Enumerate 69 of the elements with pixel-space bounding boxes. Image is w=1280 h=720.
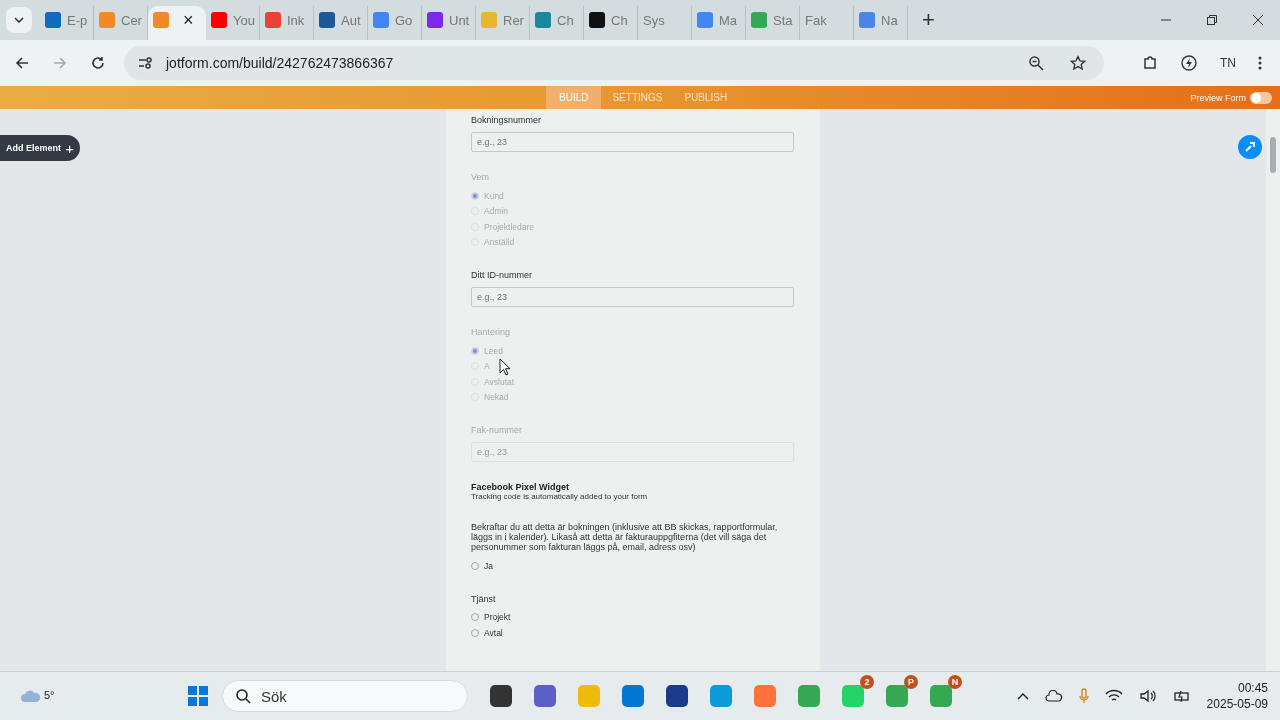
menu-icon[interactable] xyxy=(1258,55,1262,71)
temperature: 5° xyxy=(44,689,55,701)
close-icon[interactable]: × xyxy=(183,11,194,29)
cloud-icon xyxy=(20,689,42,703)
star-icon[interactable] xyxy=(1070,55,1086,71)
widget-description: Tracking code is automatically added to your form xyxy=(471,492,649,502)
field-label: Fak-nummer xyxy=(471,425,523,435)
widget-title: Facebook Pixel Widget xyxy=(471,482,570,492)
speaker-icon[interactable] xyxy=(1138,689,1157,703)
cloud-icon[interactable] xyxy=(1044,690,1063,702)
question-label: Bekraftar du att detta är bokningen (inklusive att BB skickas, rapportformular, läggs in i kalender). Likaså att detta är fakturauppgfiterna (det vill säga det personummer som fakturan läggs på, email, adress osv) xyxy=(471,522,779,552)
option-label: Nekad xyxy=(484,392,509,403)
question-label: Vem xyxy=(471,172,490,182)
app-icon[interactable] xyxy=(534,685,556,707)
clock-time[interactable]: 00:45 xyxy=(1237,681,1268,695)
forward-icon[interactable] xyxy=(52,55,68,71)
field-label: Ditt ID-nummer xyxy=(471,270,533,280)
builder-tab[interactable]: PUBLISH xyxy=(673,86,739,109)
battery-icon[interactable] xyxy=(1172,689,1191,703)
preview-label: Preview Form xyxy=(1190,92,1246,103)
search-icon[interactable] xyxy=(235,688,251,704)
option-label: Projektledare xyxy=(484,221,535,232)
site-settings-icon[interactable] xyxy=(138,56,154,70)
preview-toggle[interactable] xyxy=(1250,91,1272,104)
browser-tab[interactable]: × xyxy=(148,6,206,40)
field-label: Bokningsnummer xyxy=(471,115,543,125)
chevron-down-icon[interactable] xyxy=(14,17,24,23)
zoom-icon[interactable] xyxy=(1028,55,1044,71)
microphone-icon[interactable] xyxy=(1078,688,1089,704)
add-element-button[interactable]: Add Element + xyxy=(0,135,80,161)
notification-badge: N xyxy=(948,675,962,689)
app-icon[interactable] xyxy=(666,685,688,707)
option-label: Ja xyxy=(484,560,493,571)
start-icon[interactable] xyxy=(188,686,208,706)
scrollbar-thumb[interactable] xyxy=(1270,137,1276,173)
option-label: Projekt xyxy=(484,612,511,623)
option-label: Leed xyxy=(484,345,503,356)
question-label: Hantering xyxy=(471,327,512,337)
app-icon[interactable] xyxy=(490,685,512,707)
cursor-icon xyxy=(499,357,511,376)
wifi-icon[interactable] xyxy=(1104,689,1123,703)
input-field[interactable]: e.g., 23 xyxy=(471,287,794,307)
option-label: Avslutat xyxy=(484,376,515,387)
arrow-icon[interactable] xyxy=(1244,141,1256,153)
input-field[interactable]: e.g., 23 xyxy=(471,132,794,152)
notification-badge: P xyxy=(904,675,918,689)
radio-button[interactable] xyxy=(471,561,479,570)
clock-date[interactable]: 2025-05-09 xyxy=(1206,697,1268,711)
builder-tab[interactable]: SETTINGS xyxy=(601,86,674,109)
option-label: Avtal xyxy=(484,627,503,638)
builder-tab[interactable]: BUILD xyxy=(546,86,602,109)
new-tab-button[interactable]: + xyxy=(922,7,935,33)
profile-button[interactable]: TN xyxy=(1220,56,1236,70)
close-icon[interactable] xyxy=(1252,14,1264,26)
extensions-icon[interactable] xyxy=(1142,55,1158,71)
address-bar[interactable]: jotform.com/build/242762473866367 xyxy=(124,46,1104,80)
reload-icon[interactable] xyxy=(90,55,106,71)
radio-button[interactable] xyxy=(471,613,479,622)
question-label: Tjänst xyxy=(471,593,497,604)
search-field[interactable]: Sök xyxy=(222,680,468,712)
option-label: Admin xyxy=(484,206,509,217)
radio-button[interactable] xyxy=(471,628,479,637)
option-label: Anställd xyxy=(484,237,515,248)
chevron-up-icon[interactable] xyxy=(1016,692,1029,700)
option-label: Kund xyxy=(484,190,504,201)
back-icon[interactable] xyxy=(14,55,30,71)
notification-badge: 2 xyxy=(860,675,874,689)
lightning-icon[interactable] xyxy=(1180,54,1198,72)
restore-icon[interactable] xyxy=(1206,14,1218,26)
